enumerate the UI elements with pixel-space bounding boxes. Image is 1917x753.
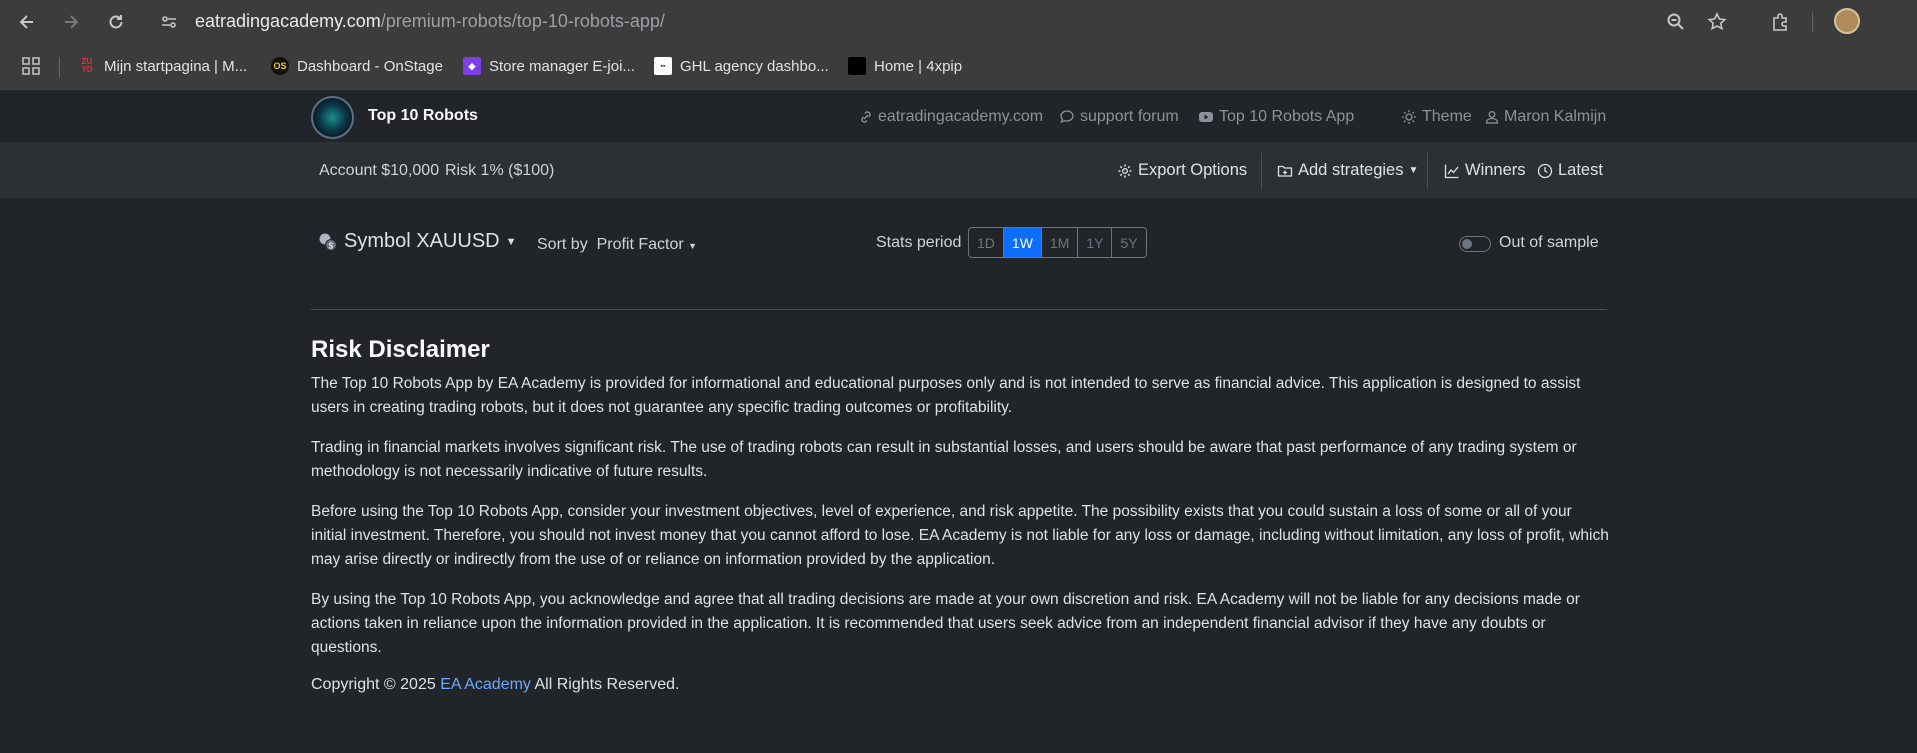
url-host: eatradingacademy.com [195, 11, 381, 31]
chart-line-icon [1444, 164, 1459, 178]
app-header: Top 10 Robots eatradingacademy.com suppo… [0, 92, 1917, 143]
caret-down-icon: ▼ [1408, 165, 1419, 176]
add-strategies-label: Add strategies [1298, 161, 1404, 179]
section-divider [311, 309, 1607, 310]
period-1w-button[interactable]: 1W [1003, 228, 1042, 257]
period-1y-button[interactable]: 1Y [1078, 228, 1113, 257]
bookmark-label: Home | 4xpip [874, 57, 963, 75]
user-icon [1485, 111, 1499, 124]
onstage-logo-icon: OS [271, 57, 289, 75]
bookmark-item[interactable]: Home | 4xpip [848, 57, 962, 75]
caret-down-icon: ▼ [505, 235, 517, 248]
bookmarks-divider [59, 57, 60, 77]
clock-icon [1537, 163, 1553, 178]
out-of-sample-toggle[interactable] [1459, 236, 1491, 252]
caret-down-icon: ▼ [688, 241, 698, 251]
stats-period-selector: 1D 1W 1M 1Y 5Y [968, 227, 1147, 258]
bookmark-item[interactable]: ZU YD Mijn startpagina | M... [78, 57, 247, 75]
account-balance: Account $10,000 [319, 162, 440, 179]
zuyd-logo-icon: ZU YD [81, 57, 93, 74]
app-toolbar: Account $10,000 Risk 1% ($100) Export Op… [0, 143, 1917, 198]
symbol-label: Symbol XAUUSD [344, 230, 500, 252]
reload-icon[interactable] [103, 9, 129, 35]
chat-icon [1060, 110, 1074, 124]
disclaimer-paragraph: Before using the Top 10 Robots App, cons… [311, 503, 1609, 568]
sort-by-dropdown[interactable]: Sort by Profit Factor ▼ [537, 236, 697, 254]
nav-link-label: support forum [1080, 108, 1179, 125]
copyright-suffix: All Rights Reserved. [534, 676, 680, 693]
disclaimer-title: Risk Disclaimer [311, 336, 490, 363]
store-logo-icon: ◆ [463, 57, 481, 75]
ghl-logo-icon: ▪▪ [654, 57, 672, 75]
apps-icon[interactable] [22, 57, 40, 75]
sun-icon [1402, 110, 1416, 124]
export-options-label: Export Options [1138, 161, 1248, 179]
bookmark-label: Mijn startpagina | M... [104, 57, 248, 75]
toolbar-divider [1427, 153, 1428, 189]
forward-icon[interactable] [58, 9, 84, 35]
bookmark-item[interactable]: ◆ Store manager E-joi... [463, 57, 635, 75]
user-name: Maron Kalmijn [1504, 108, 1607, 125]
period-5y-button[interactable]: 5Y [1112, 228, 1145, 257]
zoom-icon[interactable] [1663, 9, 1689, 35]
profile-avatar[interactable] [1834, 8, 1860, 34]
risk-setting: Risk 1% ($100) [445, 162, 555, 179]
disclaimer-paragraph: The Top 10 Robots App by EA Academy is p… [311, 375, 1581, 416]
bookmark-item[interactable]: OS Dashboard - OnStage [271, 57, 443, 75]
symbol-dropdown[interactable]: $ Symbol XAUUSD ▼ [318, 230, 517, 253]
theme-toggle[interactable]: Theme [1401, 108, 1472, 126]
latest-button[interactable]: Latest [1537, 161, 1603, 180]
coins-icon: $ [319, 233, 337, 251]
nav-link-support-forum[interactable]: support forum [1059, 108, 1179, 126]
bookmark-label: GHL agency dashbo... [680, 57, 829, 75]
winners-button[interactable]: Winners [1444, 161, 1526, 180]
bookmark-item[interactable]: ▪▪ GHL agency dashbo... [654, 57, 829, 75]
site-info-icon[interactable] [156, 9, 182, 35]
svg-text:$: $ [329, 241, 334, 250]
bookmarks-bar: ZU YD Mijn startpagina | M... OS Dashboar… [0, 43, 1917, 91]
link-icon [861, 111, 871, 123]
sort-by-value: Profit Factor [596, 236, 684, 253]
out-of-sample-label: Out of sample [1499, 234, 1599, 251]
latest-label: Latest [1558, 161, 1603, 179]
brand-title[interactable]: Top 10 Robots [368, 107, 478, 125]
url-path: /premium-robots/top-10-robots-app/ [380, 11, 665, 31]
bookmark-label: Store manager E-joi... [489, 57, 635, 75]
risk-disclaimer: Risk Disclaimer The Top 10 Robots App by… [311, 336, 1611, 694]
4xpip-logo-icon [848, 57, 866, 75]
nav-link-top10-app[interactable]: Top 10 Robots App [1198, 108, 1354, 126]
export-options-button[interactable]: Export Options [1117, 161, 1247, 180]
bookmark-label: Dashboard - OnStage [297, 57, 443, 75]
toolbar-divider [1812, 12, 1813, 32]
sort-by-label: Sort by [537, 236, 588, 253]
disclaimer-paragraph: Trading in financial markets involves si… [311, 439, 1577, 480]
winners-label: Winners [1465, 161, 1526, 179]
extensions-icon[interactable] [1767, 9, 1793, 35]
folder-plus-icon [1277, 165, 1293, 177]
ea-academy-link[interactable]: EA Academy [440, 676, 531, 693]
period-1d-button[interactable]: 1D [969, 228, 1004, 257]
stats-period-label: Stats period [876, 234, 962, 251]
browser-toolbar: eatradingacademy.com/premium-robots/top-… [0, 0, 1917, 43]
copyright-prefix: Copyright © 2025 [311, 676, 436, 693]
nav-link-eatradingacademy[interactable]: eatradingacademy.com [859, 108, 1043, 126]
theme-label: Theme [1422, 108, 1472, 125]
address-bar[interactable]: eatradingacademy.com/premium-robots/top-… [195, 11, 665, 32]
youtube-icon [1199, 112, 1213, 122]
bookmark-star-icon[interactable] [1704, 9, 1730, 35]
add-strategies-dropdown[interactable]: Add strategies ▼ [1277, 161, 1418, 180]
app-logo[interactable] [311, 96, 354, 139]
toolbar-divider [1261, 153, 1262, 189]
back-icon[interactable] [14, 9, 40, 35]
copyright: Copyright © 2025 EA Academy All Rights R… [311, 676, 1611, 694]
gear-icon [1118, 164, 1132, 177]
nav-link-label: Top 10 Robots App [1219, 108, 1355, 125]
period-1m-button[interactable]: 1M [1042, 228, 1079, 257]
disclaimer-paragraph: By using the Top 10 Robots App, you ackn… [311, 591, 1580, 656]
nav-link-label: eatradingacademy.com [878, 108, 1044, 125]
user-menu[interactable]: Maron Kalmijn [1485, 108, 1606, 126]
